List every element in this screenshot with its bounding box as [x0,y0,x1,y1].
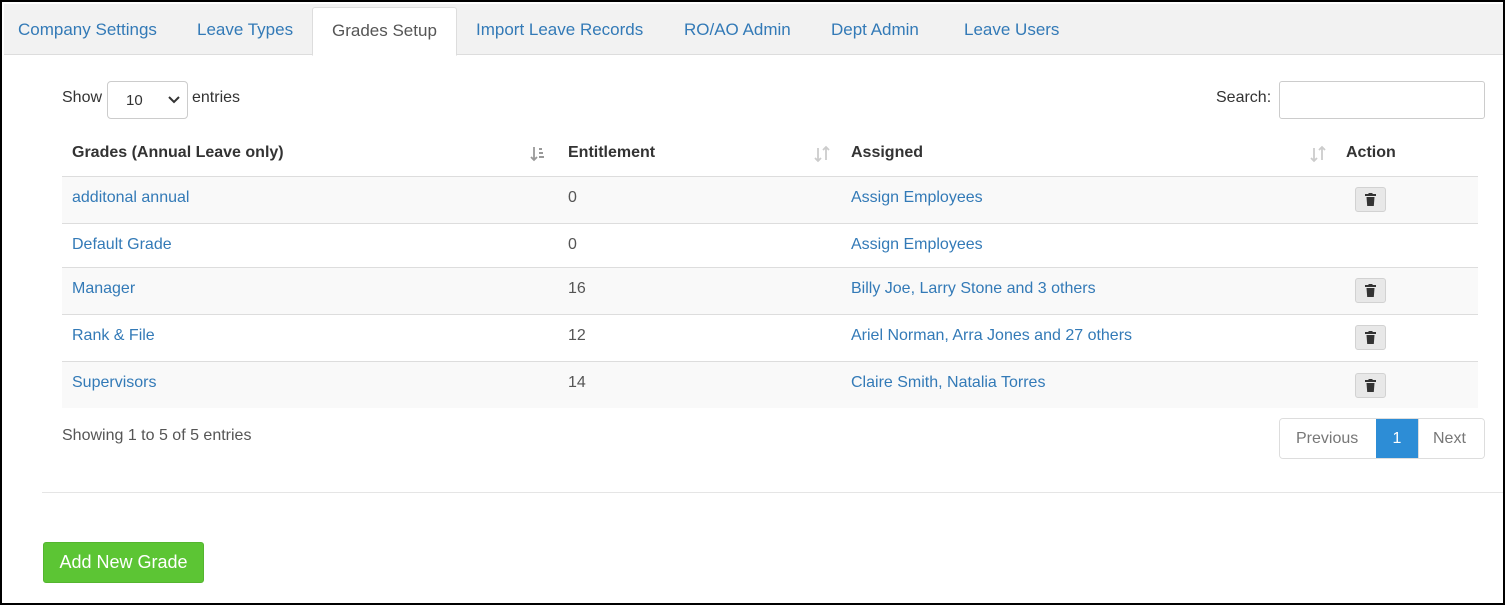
trash-icon [1365,331,1376,344]
tab-bar: Company Settings Leave Types Grades Setu… [4,4,1503,56]
table-row: Manager 16 Billy Joe, Larry Stone and 3 … [62,268,1478,315]
column-header-action: Action [1346,144,1396,161]
grade-name-link[interactable]: Supervisors [72,374,156,392]
table-row: Default Grade 0 Assign Employees [62,224,1478,268]
page-length-value: 10 [126,92,143,109]
assigned-link[interactable]: Ariel Norman, Arra Jones and 27 others [851,327,1132,345]
tab-dept-admin[interactable]: Dept Admin [831,4,919,55]
entitlement-value: 0 [568,236,577,253]
grade-name-link[interactable]: Manager [72,280,135,298]
assigned-link[interactable]: Billy Joe, Larry Stone and 3 others [851,280,1096,298]
sort-both-icon[interactable] [1310,145,1326,163]
table-header: Grades (Annual Leave only) Entitlement A… [62,132,1478,177]
column-header-entitlement[interactable]: Entitlement [568,144,655,162]
table-row: Rank & File 12 Ariel Norman, Arra Jones … [62,315,1478,362]
assigned-link[interactable]: Assign Employees [851,236,983,254]
entitlement-value: 0 [568,189,577,206]
trash-icon [1365,284,1376,297]
tab-leave-users[interactable]: Leave Users [964,4,1059,55]
tab-import-leave-records[interactable]: Import Leave Records [476,4,643,55]
page-length-select[interactable]: 10 [107,81,188,119]
entitlement-value: 12 [568,327,586,344]
assigned-link[interactable]: Claire Smith, Natalia Torres [851,374,1045,392]
grade-name-link[interactable]: Default Grade [72,236,172,254]
delete-button[interactable] [1355,278,1386,303]
entries-label: entries [192,89,241,106]
chevron-down-icon [168,96,180,104]
tab-leave-types[interactable]: Leave Types [197,4,293,55]
tab-grades-setup[interactable]: Grades Setup [312,7,457,56]
table-row: Supervisors 14 Claire Smith, Natalia Tor… [62,362,1478,408]
search-input[interactable] [1279,81,1485,119]
assigned-link[interactable]: Assign Employees [851,189,983,207]
grade-name-link[interactable]: Rank & File [72,327,155,345]
tab-company-settings[interactable]: Company Settings [18,4,157,55]
add-new-grade-button[interactable]: Add New Grade [43,542,204,583]
delete-button[interactable] [1355,373,1386,398]
grade-name-link[interactable]: additonal annual [72,189,189,207]
delete-button[interactable] [1355,187,1386,212]
delete-button[interactable] [1355,325,1386,350]
divider [42,492,1503,493]
sort-both-icon[interactable] [814,145,830,163]
page-1-button[interactable]: 1 [1376,419,1418,458]
entitlement-value: 16 [568,280,586,297]
table-row: additonal annual 0 Assign Employees [62,177,1478,224]
column-header-assigned[interactable]: Assigned [851,144,923,162]
next-page-button[interactable]: Next [1418,419,1484,458]
tab-ro-ao-admin[interactable]: RO/AO Admin [684,4,791,55]
pagination: Previous 1 Next [1279,418,1485,459]
app-frame: Company Settings Leave Types Grades Setu… [0,0,1505,605]
column-header-grades[interactable]: Grades (Annual Leave only) [72,144,284,162]
entitlement-value: 14 [568,374,586,391]
trash-icon [1365,379,1376,392]
previous-page-button[interactable]: Previous [1280,419,1376,458]
show-label: Show [62,89,103,106]
sort-ascending-icon[interactable] [530,145,546,163]
trash-icon [1365,193,1376,206]
search-label: Search: [1216,89,1272,106]
table-info: Showing 1 to 5 of 5 entries [62,427,252,444]
